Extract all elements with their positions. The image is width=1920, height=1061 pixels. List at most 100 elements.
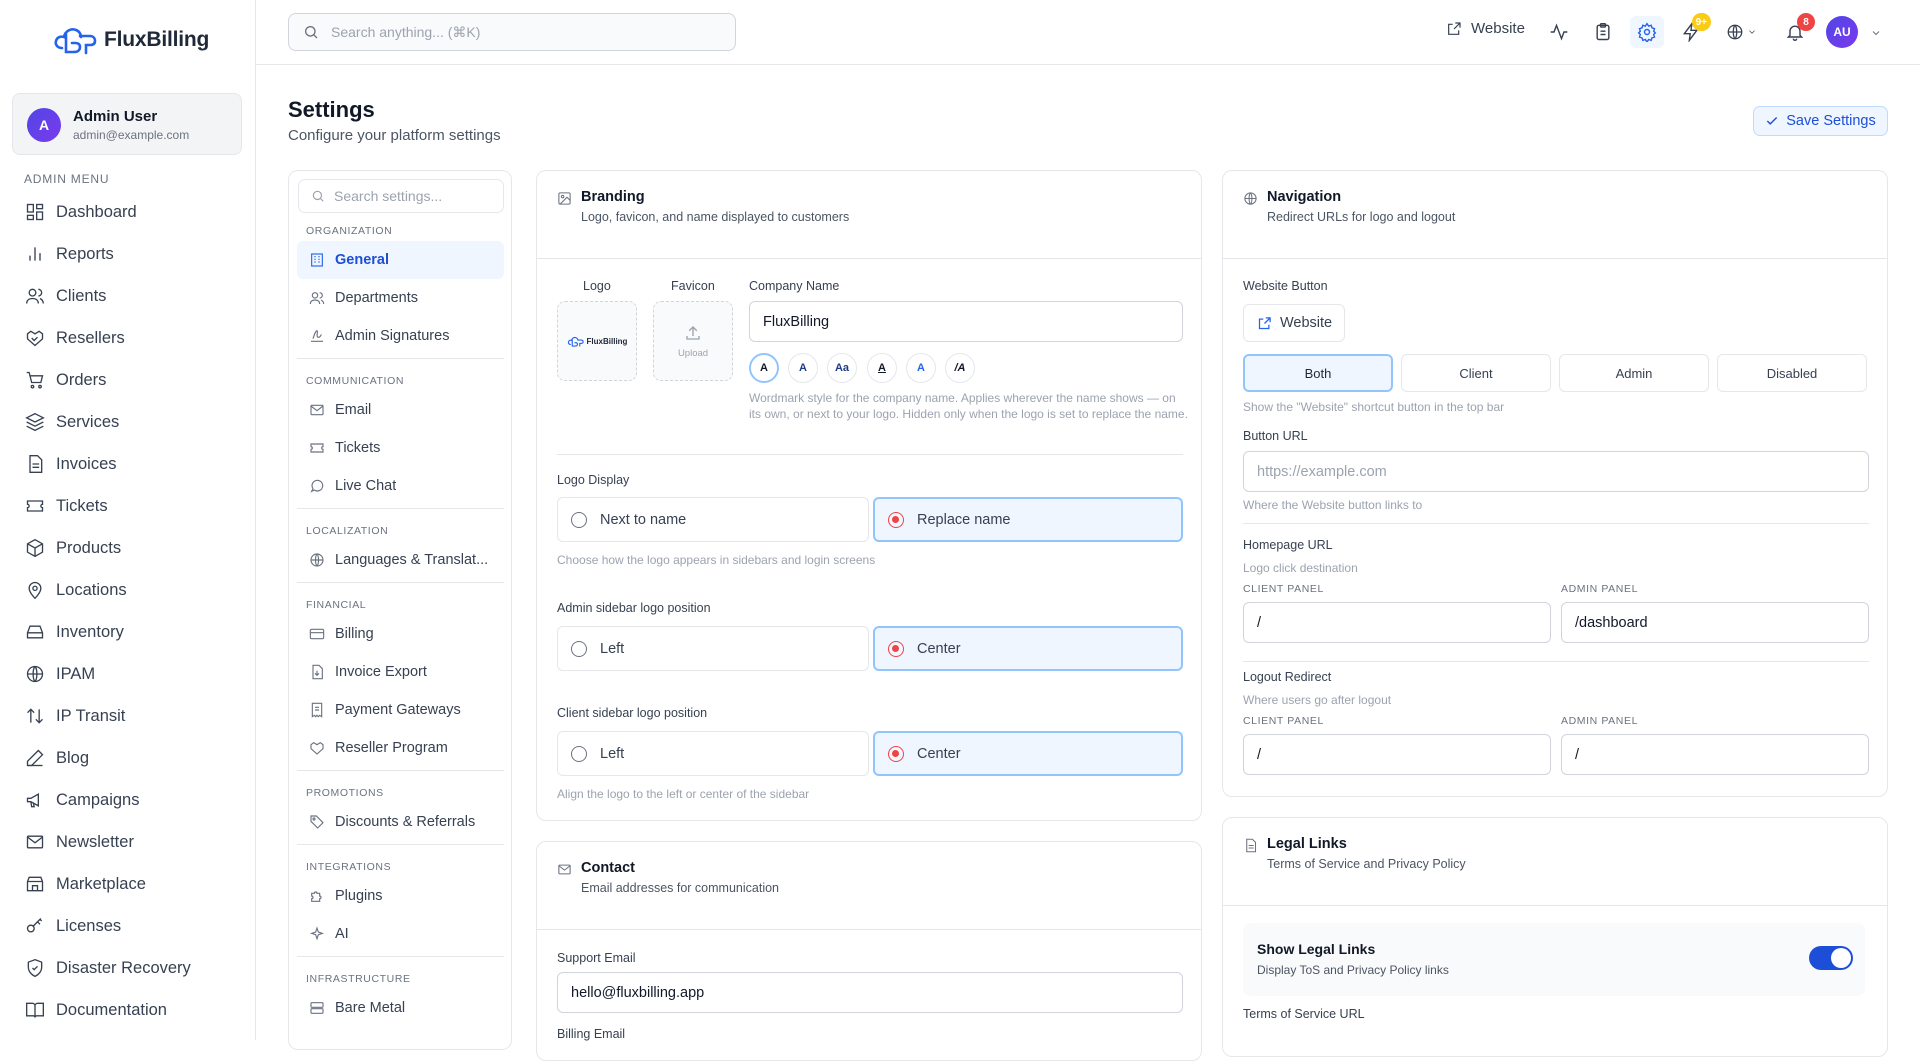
sidebar-item-ip-transit[interactable]: IP Transit — [12, 695, 244, 737]
external-link-icon — [1258, 316, 1271, 329]
user-menu-chevron[interactable] — [1870, 26, 1882, 38]
settings-item-ai[interactable]: AI — [297, 915, 504, 953]
save-settings-button[interactable]: Save Settings — [1753, 106, 1888, 136]
visibility-disabled[interactable]: Disabled — [1717, 354, 1867, 392]
sidebar-item-locations[interactable]: Locations — [12, 569, 244, 611]
clipboard-button[interactable] — [1586, 16, 1620, 48]
favicon-upload[interactable]: Upload — [653, 301, 733, 381]
user-card[interactable]: A Admin User admin@example.com — [12, 93, 242, 155]
settings-search[interactable] — [298, 179, 504, 213]
admin-menu: Dashboard Reports Clients Resellers Orde… — [12, 191, 244, 1031]
pen-icon — [26, 749, 44, 767]
client-position-left[interactable]: Left — [557, 731, 869, 776]
logo-display-replace-name[interactable]: Replace name — [873, 497, 1183, 542]
radio-label: Left — [600, 640, 625, 657]
sidebar-item-clients[interactable]: Clients — [12, 275, 244, 317]
sidebar-item-label: Tickets — [56, 496, 108, 515]
homepage-admin-input[interactable] — [1561, 602, 1869, 643]
settings-item-reseller-program[interactable]: Reseller Program — [297, 729, 504, 767]
language-selector[interactable] — [1718, 16, 1764, 48]
website-link[interactable]: Website — [1446, 20, 1525, 37]
wordmark-style-2[interactable]: A — [788, 353, 818, 383]
settings-group-title: COMMUNICATION — [306, 375, 405, 387]
sidebar-item-disaster-recovery[interactable]: Disaster Recovery — [12, 947, 244, 989]
fluxbilling-logo-icon[interactable] — [52, 20, 100, 60]
divider — [1243, 523, 1869, 524]
admin-position-center[interactable]: Center — [873, 626, 1183, 671]
settings-item-email[interactable]: Email — [297, 391, 504, 429]
ticket-icon — [26, 500, 44, 512]
sidebar-item-services[interactable]: Services — [12, 401, 244, 443]
admin-position-left[interactable]: Left — [557, 626, 869, 671]
radio-label: Center — [917, 745, 961, 762]
sidebar-item-orders[interactable]: Orders — [12, 359, 244, 401]
logo-preview-text: FluxBilling — [586, 336, 628, 346]
activity-button[interactable] — [1542, 16, 1576, 48]
puzzle-icon — [311, 891, 322, 902]
wordmark-style-3[interactable]: Aa — [827, 353, 857, 383]
logo-display-next-to-name[interactable]: Next to name — [557, 497, 869, 542]
settings-item-plugins[interactable]: Plugins — [297, 877, 504, 915]
settings-item-discounts[interactable]: Discounts & Referrals — [297, 803, 504, 841]
homepage-client-input[interactable] — [1243, 602, 1551, 643]
visibility-admin[interactable]: Admin — [1559, 354, 1709, 392]
search-input[interactable] — [331, 24, 711, 40]
wordmark-style-1[interactable]: A — [749, 353, 779, 383]
sidebar-item-label: Licenses — [56, 916, 122, 935]
sidebar-item-dashboard[interactable]: Dashboard — [12, 191, 244, 233]
updates-button[interactable]: 9+ — [1674, 13, 1711, 48]
cart-icon — [26, 371, 44, 389]
sidebar-item-marketplace[interactable]: Marketplace — [12, 863, 244, 905]
sidebar-item-ipam[interactable]: IPAM — [12, 653, 244, 695]
settings-button[interactable] — [1630, 16, 1664, 48]
logo-upload[interactable]: FluxBilling — [557, 301, 637, 381]
sidebar-item-invoices[interactable]: Invoices — [12, 443, 244, 485]
client-position-center[interactable]: Center — [873, 731, 1183, 776]
company-name-input[interactable] — [749, 301, 1183, 342]
sidebar-item-licenses[interactable]: Licenses — [12, 905, 244, 947]
button-url-input[interactable] — [1243, 451, 1869, 492]
button-url-hint: Where the Website button links to — [1243, 498, 1423, 512]
sidebar-item-reports[interactable]: Reports — [12, 233, 244, 275]
settings-item-departments[interactable]: Departments — [297, 279, 504, 317]
settings-item-tickets[interactable]: Tickets — [297, 429, 504, 467]
sidebar-item-newsletter[interactable]: Newsletter — [12, 821, 244, 863]
wordmark-style-5[interactable]: A — [906, 353, 936, 383]
settings-item-live-chat[interactable]: Live Chat — [297, 467, 504, 505]
notifications-button[interactable]: 8 — [1778, 13, 1815, 48]
sidebar-item-blog[interactable]: Blog — [12, 737, 244, 779]
settings-item-invoice-export[interactable]: Invoice Export — [297, 653, 504, 691]
settings-item-payment-gateways[interactable]: Payment Gateways — [297, 691, 504, 729]
sidebar-item-tickets[interactable]: Tickets — [12, 485, 244, 527]
gear-icon — [1637, 22, 1657, 42]
support-email-input[interactable] — [557, 972, 1183, 1013]
user-menu-avatar[interactable]: AU — [1826, 16, 1858, 48]
mail-icon — [310, 404, 324, 416]
clipboard-icon — [1596, 22, 1610, 41]
wordmark-style-6[interactable]: /A — [945, 353, 975, 383]
wordmark-style-4[interactable]: A — [867, 353, 897, 383]
sidebar-item-products[interactable]: Products — [12, 527, 244, 569]
radio-dot — [888, 745, 904, 762]
sidebar-item-campaigns[interactable]: Campaigns — [12, 779, 244, 821]
sidebar-item-inventory[interactable]: Inventory — [12, 611, 244, 653]
client-sidebar-position-label: Client sidebar logo position — [557, 706, 708, 720]
logout-admin-input[interactable] — [1561, 734, 1869, 775]
visibility-both[interactable]: Both — [1243, 354, 1393, 392]
hard-drive-icon — [26, 625, 44, 639]
sidebar-item-documentation[interactable]: Documentation — [12, 989, 244, 1031]
website-button-preview[interactable]: Website — [1243, 304, 1345, 342]
settings-item-billing[interactable]: Billing — [297, 615, 504, 653]
sidebar-item-resellers[interactable]: Resellers — [12, 317, 244, 359]
global-search[interactable] — [288, 13, 736, 51]
logout-client-input[interactable] — [1243, 734, 1551, 775]
radio-dot — [571, 745, 587, 762]
settings-item-admin-signatures[interactable]: Admin Signatures — [297, 317, 504, 355]
sidebar-item-label: Clients — [56, 286, 107, 305]
show-legal-links-toggle[interactable] — [1809, 946, 1853, 970]
visibility-client[interactable]: Client — [1401, 354, 1551, 392]
settings-item-languages[interactable]: Languages & Translat... — [297, 541, 504, 579]
settings-search-input[interactable] — [334, 188, 494, 204]
settings-item-general[interactable]: General — [297, 241, 504, 279]
settings-item-bare-metal[interactable]: Bare Metal — [297, 989, 504, 1027]
